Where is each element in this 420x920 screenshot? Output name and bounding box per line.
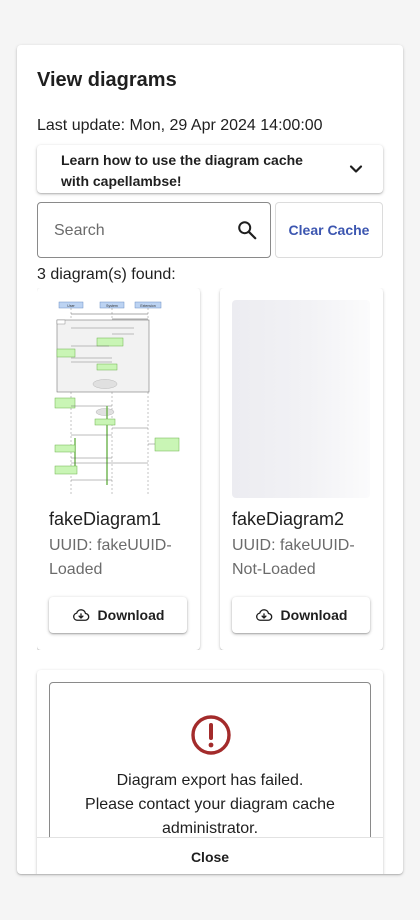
clear-cache-button[interactable]: Clear Cache bbox=[275, 202, 383, 258]
dialog-title: View diagrams bbox=[37, 69, 177, 91]
lifeline-label: User bbox=[67, 304, 75, 308]
diagram-card[interactable]: User System Extension fakeDiagram1 UUID:… bbox=[37, 288, 200, 650]
download-label: Download bbox=[97, 607, 165, 623]
error-message: Diagram export has failed. Please contac… bbox=[50, 769, 370, 841]
lifeline-label: Extension bbox=[140, 304, 155, 308]
diagram-preview-image[interactable]: User System Extension bbox=[49, 300, 187, 498]
download-label: Download bbox=[280, 607, 348, 623]
diagram-name: fakeDiagram2 bbox=[232, 509, 345, 529]
diagram-name: fakeDiagram1 bbox=[49, 509, 162, 529]
last-update-text: Last update: Mon, 29 Apr 2024 14:00:00 bbox=[37, 117, 323, 134]
error-line: Diagram export has failed. bbox=[116, 772, 304, 789]
diagram-uuid: UUID: fakeUUID-Not-Loaded bbox=[232, 537, 355, 578]
error-line: Please contact your diagram cache bbox=[85, 796, 335, 813]
cloud-download-icon bbox=[255, 609, 272, 621]
diagrams-found-count: 3 diagram(s) found: bbox=[37, 266, 176, 283]
diagram-uuid: UUID: fakeUUID-Loaded bbox=[49, 537, 172, 578]
search-field[interactable] bbox=[37, 202, 271, 258]
view-diagrams-dialog: View diagrams Last update: Mon, 29 Apr 2… bbox=[17, 45, 403, 874]
search-icon[interactable] bbox=[236, 219, 258, 241]
error-icon bbox=[191, 715, 231, 755]
diagram-card[interactable]: fakeDiagram2 UUID: fakeUUID-Not-Loaded D… bbox=[220, 288, 383, 650]
cloud-download-icon bbox=[72, 609, 89, 621]
diagram-card-list: User System Extension fakeDiagram1 UUID:… bbox=[37, 288, 403, 650]
accordion-label: Learn how to use the diagram cache with … bbox=[61, 152, 303, 189]
cache-help-accordion[interactable]: Learn how to use the diagram cache with … bbox=[37, 145, 383, 193]
close-button[interactable]: Close bbox=[37, 837, 383, 874]
download-button[interactable]: Download bbox=[49, 597, 187, 633]
download-button[interactable]: Download bbox=[232, 597, 370, 633]
chevron-down-icon bbox=[349, 165, 363, 173]
diagram-preview-placeholder bbox=[232, 300, 370, 498]
search-input[interactable] bbox=[52, 217, 226, 245]
lifeline-label: System bbox=[106, 304, 118, 308]
